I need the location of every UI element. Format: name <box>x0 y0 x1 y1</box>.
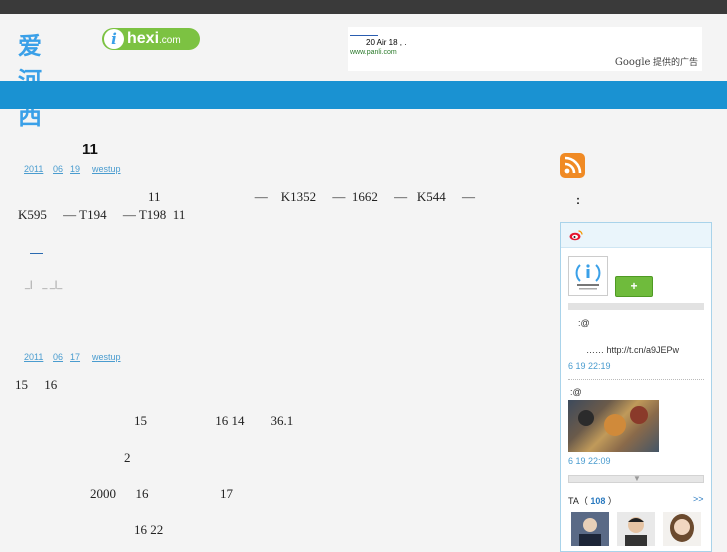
weibo-post-mention: :@ <box>570 387 582 397</box>
sidebar: : + :@ …… http://t.cn/a9JEPw 6 19 22:19 … <box>560 109 712 552</box>
follow-button[interactable]: + <box>615 276 653 297</box>
post-date-month[interactable]: 06 <box>53 164 63 174</box>
post-body-line: 16 22 <box>134 522 164 537</box>
post-date-month[interactable]: 06 <box>53 352 63 362</box>
ad-title-link[interactable] <box>350 35 378 36</box>
ad-url-link[interactable]: www.panli.com <box>350 49 397 56</box>
rss-icon[interactable] <box>560 153 585 178</box>
post-body-line: 2 <box>124 450 131 465</box>
post-read-more-link[interactable] <box>30 253 43 254</box>
post-author-link[interactable]: westup <box>92 352 121 362</box>
post-date-day[interactable]: 17 <box>70 352 80 362</box>
weibo-post-mention: :@ <box>578 318 590 328</box>
post-title[interactable]: 11 <box>82 141 98 158</box>
main-nav-bar[interactable] <box>0 81 727 109</box>
post-list: 11 2011 06 19 westup 11 — K1352 — 1662 —… <box>0 109 540 545</box>
fans-count-label: TA（ 108 ） <box>568 496 617 506</box>
fans-more-link[interactable]: >> <box>693 494 704 504</box>
logo-english-text: hexi.com <box>127 30 181 47</box>
post-author-link[interactable]: westup <box>92 164 121 174</box>
logo-i-icon: i <box>104 29 124 49</box>
post-body-line: 11 — K1352 — 1662 — K544 — <box>148 189 476 204</box>
post-body-line: 15 16 <box>15 377 58 392</box>
weibo-widget-header <box>561 223 711 248</box>
weibo-scroll-down-button[interactable]: ▼ <box>568 474 704 483</box>
post-date-year[interactable]: 2011 <box>24 164 43 174</box>
logo-badge: i hexi.com <box>102 28 200 50</box>
fan-avatar[interactable] <box>617 512 655 546</box>
weibo-post-link[interactable]: …… http://t.cn/a9JEPw <box>586 345 679 355</box>
divider <box>568 303 704 310</box>
weibo-widget: + :@ …… http://t.cn/a9JEPw 6 19 22:19 :@… <box>560 222 712 552</box>
fan-avatar[interactable] <box>663 512 701 546</box>
weibo-post-time[interactable]: 6 19 22:19 <box>568 361 611 371</box>
divider <box>568 379 704 380</box>
post-body-line: 15 16 14 36.1 <box>134 413 294 428</box>
weibo-post-time[interactable]: 6 19 22:09 <box>568 456 611 466</box>
ad-text: 20 Air 18 , . <box>366 38 407 47</box>
post-date-day[interactable]: 19 <box>70 164 80 174</box>
google-ad-banner[interactable]: 20 Air 18 , . www.panli.com Google 提供的广告 <box>348 27 702 71</box>
post-date-year[interactable]: 2011 <box>24 352 43 362</box>
fan-avatar[interactable] <box>571 512 609 546</box>
post-body-line: K595 — T194 — T198 11 <box>18 207 186 222</box>
chevron-down-icon: ▼ <box>633 474 641 483</box>
top-bar <box>0 0 727 14</box>
post-body-line: 2000 16 17 <box>90 486 233 501</box>
site-header: 爱河西 i hexi.com 20 Air 18 , . www.panli.c… <box>0 14 727 130</box>
ad-provider[interactable]: Google 提供的广告 <box>615 55 698 68</box>
account-avatar[interactable] <box>568 256 608 296</box>
weibo-post-photo[interactable] <box>568 400 659 452</box>
post-footer-links[interactable]: _| _ _|_ <box>25 279 62 289</box>
sidebar-section-label: : <box>576 193 580 207</box>
hexi-logo-icon <box>575 264 601 290</box>
weibo-icon[interactable] <box>569 229 583 241</box>
